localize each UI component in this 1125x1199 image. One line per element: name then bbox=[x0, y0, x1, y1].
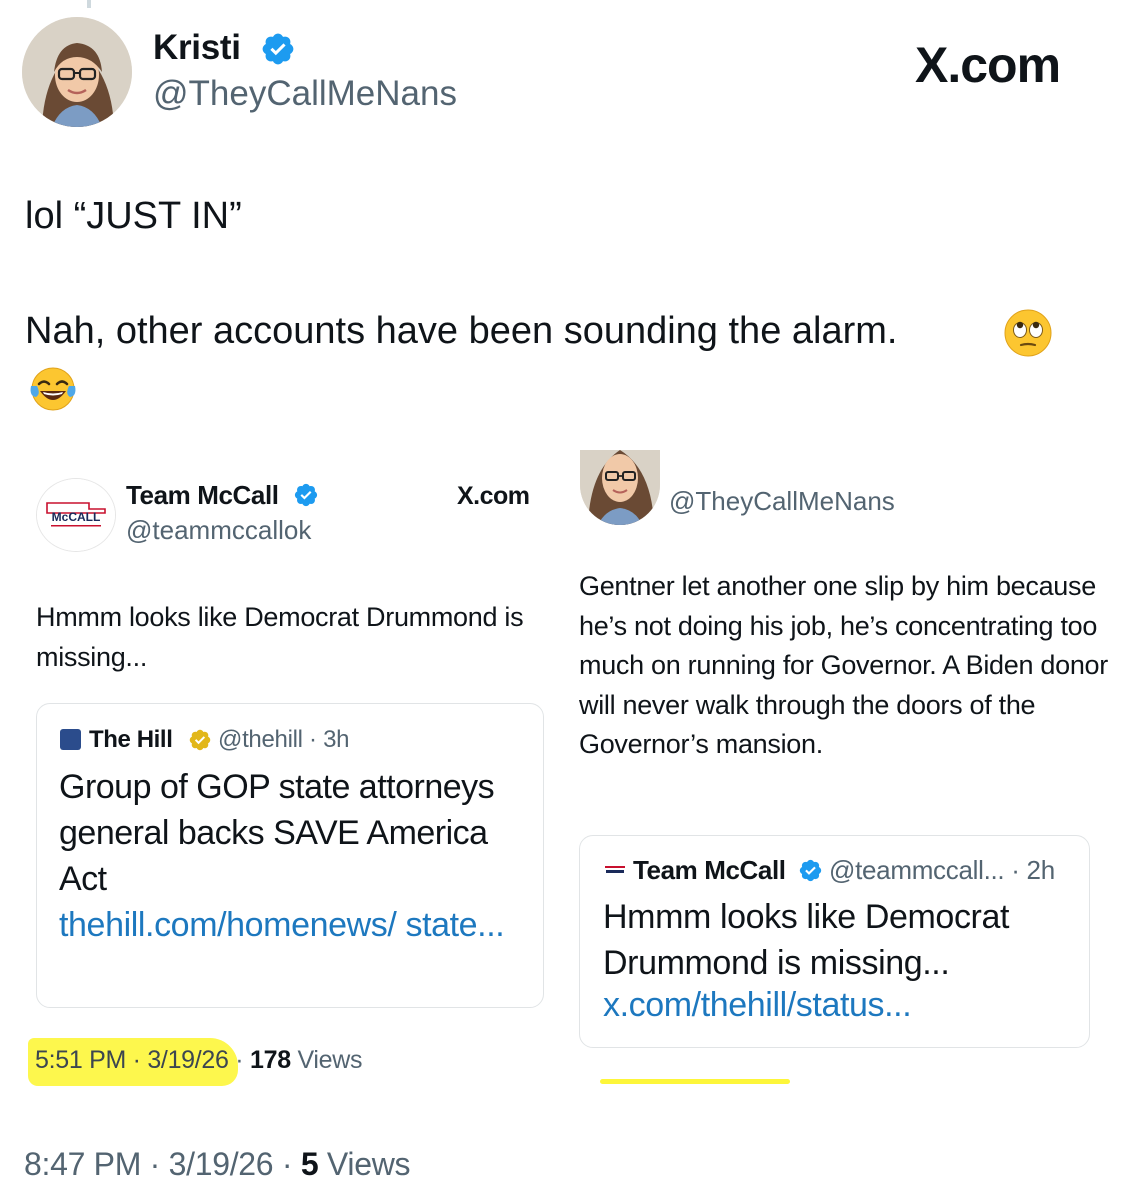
avatar[interactable] bbox=[22, 17, 132, 127]
views-label: Views bbox=[326, 1146, 411, 1182]
views-count: 5 bbox=[300, 1146, 319, 1182]
highlight-stroke bbox=[600, 1079, 790, 1084]
quoted-author-name[interactable]: Team McCall bbox=[633, 855, 786, 886]
quoted-link[interactable]: thehill.com/homenews/ state... bbox=[59, 902, 529, 948]
quoted-handle-time[interactable]: @teammccall... · 2h bbox=[829, 855, 1055, 886]
avatar-illustration bbox=[580, 450, 660, 525]
left-brand-logo: X.com bbox=[457, 482, 530, 510]
verified-badge-icon bbox=[293, 482, 319, 508]
gold-verified-badge-icon bbox=[188, 728, 212, 752]
quoted-text: Hmmm looks like Democrat Drummond is mis… bbox=[603, 898, 1010, 982]
thread-connector bbox=[87, 0, 91, 8]
verified-badge-icon bbox=[798, 858, 823, 883]
left-views-label: Views bbox=[297, 1046, 363, 1074]
user-handle[interactable]: @TheyCallMeNans bbox=[153, 74, 457, 114]
verified-badge-icon bbox=[260, 31, 296, 67]
brand-logo: X.com bbox=[915, 37, 1061, 93]
left-user-handle[interactable]: @teammccallok bbox=[126, 515, 311, 546]
the-hill-logo-icon bbox=[60, 729, 81, 750]
quoted-handle-time[interactable]: @thehill · 3h bbox=[218, 726, 350, 754]
mccall-logo-avatar[interactable]: McCALL bbox=[36, 478, 116, 552]
tears-of-joy-emoji-icon bbox=[28, 364, 78, 414]
left-post-text: Hmmm looks like Democrat Drummond is mis… bbox=[36, 602, 524, 672]
rolling-eyes-emoji-icon bbox=[1003, 308, 1053, 358]
quoted-headline: Group of GOP state attorneys general bac… bbox=[59, 768, 495, 898]
mccall-logo-icon: McCALL bbox=[37, 479, 115, 551]
tweet-text-line-2: Nah, other accounts have been sounding t… bbox=[25, 310, 898, 352]
meta-separator: · bbox=[235, 1046, 244, 1074]
left-views-count: 178 bbox=[249, 1046, 291, 1074]
mccall-logo-text: McCALL bbox=[52, 510, 101, 524]
quoted-source-name[interactable]: The Hill bbox=[89, 726, 173, 754]
left-display-name[interactable]: Team McCall bbox=[126, 480, 279, 511]
quoted-link[interactable]: x.com/thehill/status... bbox=[603, 986, 912, 1025]
mccall-mini-logo-icon bbox=[603, 862, 627, 878]
tweet-text-line-1: lol “JUST IN” bbox=[25, 195, 242, 237]
right-avatar[interactable] bbox=[580, 450, 660, 525]
left-post-meta: 5:51 PM · 3/19/26 · 178 Views bbox=[35, 1046, 363, 1075]
display-name[interactable]: Kristi bbox=[153, 28, 241, 68]
post-meta: 8:47 PM · 3/19/26 · 5 Views bbox=[24, 1146, 411, 1183]
left-timestamp[interactable]: 5:51 PM · 3/19/26 bbox=[35, 1046, 229, 1074]
right-user-handle[interactable]: @TheyCallMeNans bbox=[669, 486, 895, 517]
right-post-text: Gentner let another one slip by him beca… bbox=[579, 571, 1108, 759]
avatar-illustration bbox=[22, 17, 132, 127]
post-timestamp[interactable]: 8:47 PM · 3/19/26 · bbox=[24, 1146, 293, 1182]
